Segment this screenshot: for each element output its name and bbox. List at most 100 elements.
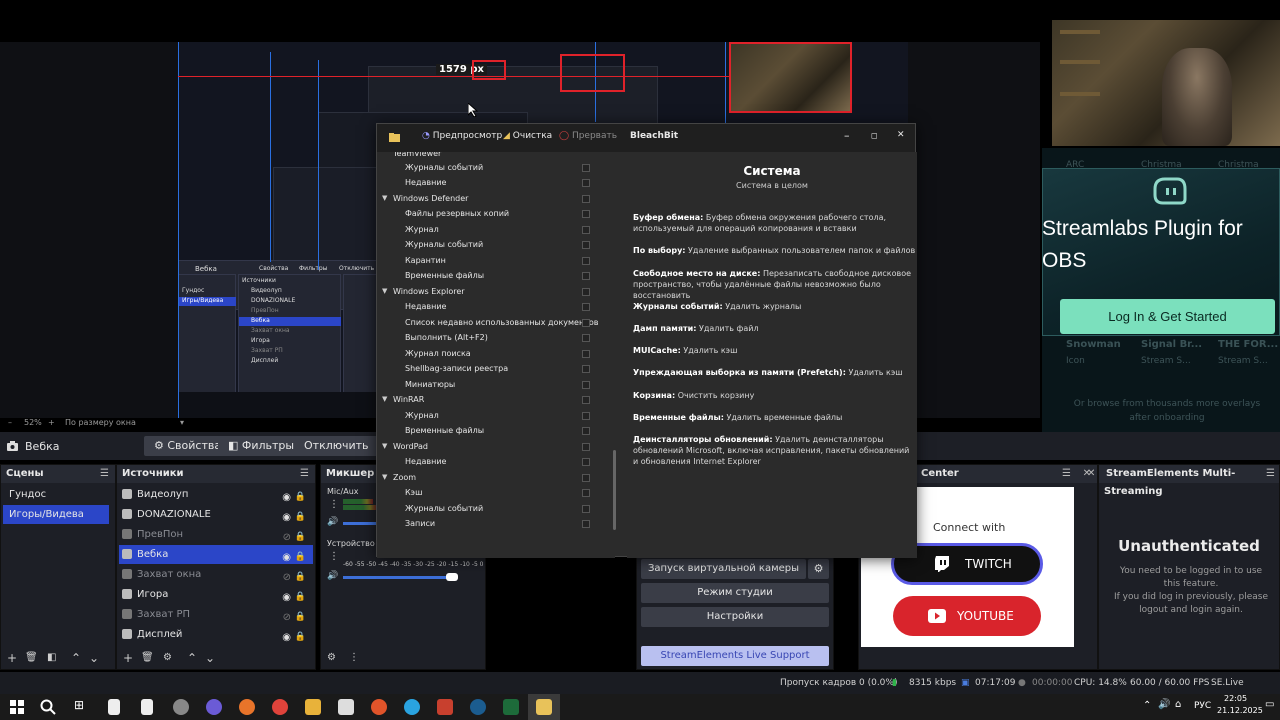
live-support-button[interactable]: StreamElements Live Support [641,646,829,666]
selection-box[interactable] [560,54,625,92]
source-item[interactable]: Захват окна ⊘ 🔒 [119,565,313,584]
source-item[interactable]: Захват РП ⊘ 🔒 [119,605,313,624]
trash-icon[interactable]: 🗑 [141,647,154,669]
channel-menu-icon[interactable]: ⋮ [329,499,339,510]
lock-icon[interactable]: 🔒 [295,628,306,647]
move-down-icon[interactable]: ⌄ [89,647,99,669]
cleaner-option[interactable]: Выполнить (Alt+F2) [377,330,613,345]
source-item[interactable]: Вебка ◉ 🔒 [119,545,313,564]
move-up-icon[interactable]: ⌃ [187,647,197,669]
source-item[interactable]: ПревПон ⊘ 🔒 [119,525,313,544]
cleaner-option[interactable]: Журнал [377,408,613,423]
checkbox[interactable] [582,365,590,373]
source-item[interactable]: Дисплей ◉ 🔒 [119,625,313,644]
minimize-icon[interactable]: – [844,129,850,142]
settings-button[interactable]: Настройки [641,607,829,627]
tray-chevron-icon[interactable]: ⌃ [1143,700,1151,711]
language-indicator[interactable]: РУС [1194,701,1211,711]
cleaner-option[interactable]: Журналы событий [377,501,613,516]
cleaner-option[interactable]: Записи [377,516,613,531]
cleaner-option[interactable]: Журнал [377,222,613,237]
app-icon[interactable] [503,699,519,715]
close-icon[interactable]: ✕ [1087,465,1095,483]
checkbox[interactable] [582,272,590,280]
checkbox[interactable] [582,225,590,234]
gear-icon[interactable]: ⚙ [808,559,829,579]
source-item[interactable]: Видеолуп ◉ 🔒 [119,485,313,504]
cleaner-option[interactable]: Shellbag-записи реестра [377,361,613,376]
cleaner-option[interactable]: Кэш [377,485,613,500]
eye-icon[interactable]: ◉ [282,628,291,647]
streamlabs-login-button[interactable]: Log In & Get Started [1060,299,1275,334]
mixer-menu-icon[interactable]: ⋮ [349,647,359,669]
checkbox[interactable] [582,303,590,311]
notification-icon[interactable]: ▭ [1265,699,1274,710]
volume-slider[interactable] [343,576,453,579]
cleaner-option[interactable]: Файлы резервных копий [377,206,613,221]
tree-scrollbar[interactable] [613,450,616,530]
checkbox[interactable] [582,349,590,358]
checkbox[interactable] [582,442,590,451]
steam-icon[interactable] [470,699,486,715]
firefox-icon[interactable] [239,699,255,715]
checkbox[interactable] [582,163,590,172]
checkbox[interactable] [582,427,590,435]
app-icon[interactable] [173,699,189,715]
checkbox[interactable] [582,504,590,513]
checkbox[interactable] [582,380,590,389]
scene-item[interactable]: Игоры/Видева [3,505,109,524]
checkbox[interactable] [582,489,590,497]
virtual-camera-button[interactable]: Запуск виртуальной камеры [641,559,806,579]
telegram-icon[interactable] [404,699,420,715]
cleaner-option[interactable]: Недавние [377,175,613,190]
app-icon[interactable] [371,699,387,715]
abort-button[interactable]: ◯ Прервать [559,131,617,141]
checkbox[interactable] [582,210,590,218]
checkbox[interactable] [582,287,590,296]
add-source-icon[interactable]: + [123,647,133,669]
preview-button[interactable]: ◔ Предпросмотр [422,131,502,141]
clock-date[interactable]: 21.12.2025 [1217,706,1263,715]
speaker-icon[interactable]: 🔊 [327,571,338,581]
zoom-in-icon[interactable]: + [48,418,55,427]
maximize-icon[interactable]: ◻ [871,131,878,140]
source-item[interactable]: Игора ◉ 🔒 [119,585,313,604]
checkbox[interactable] [582,396,590,404]
checkbox[interactable] [582,194,590,203]
expand-arrow-icon[interactable]: ▼ [382,439,387,454]
cleaner-option[interactable]: Журнал поиска [377,346,613,361]
chrome-icon[interactable] [272,699,288,715]
zoom-out-icon[interactable]: – [8,418,12,427]
clean-button[interactable]: ◢ Очистка [503,131,552,141]
checkbox[interactable] [582,334,590,342]
folder-icon[interactable] [305,699,321,715]
clock-time[interactable]: 22:05 [1224,694,1247,703]
zoom-level[interactable]: 52% [24,418,42,427]
zoom-dropdown-icon[interactable]: ▾ [180,418,184,427]
cleaner-option[interactable]: Карантин [377,253,613,268]
source-item[interactable]: DONAZIONALE ◉ 🔒 [119,505,313,524]
menu-icon[interactable] [389,133,400,142]
checkbox[interactable] [582,473,590,482]
app-icon[interactable] [338,699,354,715]
cleaner-option[interactable]: Недавние [377,454,613,469]
cleaner-group[interactable]: ▼ WordPad [377,439,613,454]
cleaner-group[interactable]: ▼ Windows Defender [377,191,613,206]
discord-icon[interactable] [206,699,222,715]
selection-box[interactable] [472,60,506,80]
sl-overlay-title[interactable]: Snowman [1066,339,1121,350]
dock-menu-icon[interactable]: ☰ [1062,465,1071,483]
volume-icon[interactable]: 🔊 [1158,699,1170,710]
studio-mode-button[interactable]: Режим студии [641,583,829,603]
channel-menu-icon[interactable]: ⋮ [329,551,339,562]
checkbox[interactable] [582,318,590,327]
windows-start-icon[interactable] [10,700,24,714]
file-icon[interactable] [141,699,153,715]
cleaner-option[interactable]: Список недавно использованных документов [377,315,613,330]
disable-button[interactable]: Отключить [294,436,379,456]
expand-arrow-icon[interactable]: ▼ [382,470,387,485]
trash-icon[interactable]: 🗑 [25,647,38,669]
mixer-settings-icon[interactable]: ⚙ [327,647,336,669]
dock-menu-icon[interactable]: ☰ [300,465,309,483]
task-view-icon[interactable]: ⊞ [74,698,84,712]
